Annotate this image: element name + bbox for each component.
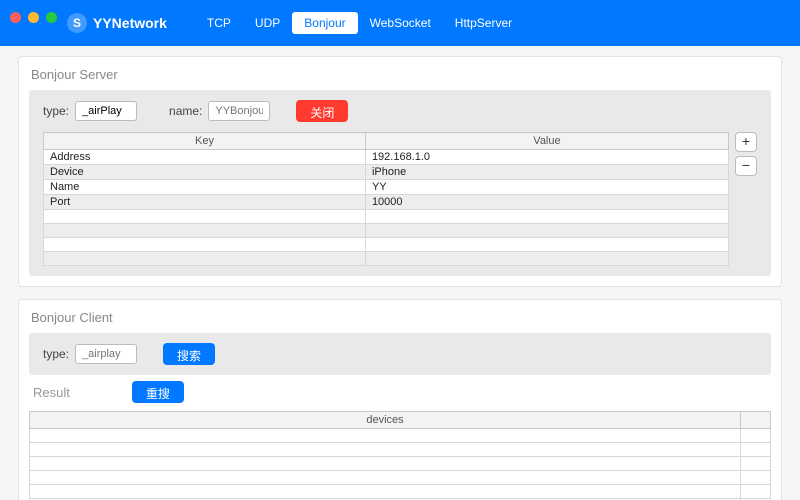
client-panel-body: type: 搜索 (29, 333, 771, 375)
server-type-input[interactable] (75, 101, 137, 121)
col-key: Key (44, 133, 366, 150)
bonjour-client-panel: Bonjour Client type: 搜索 Result 重搜 (18, 299, 782, 500)
window-controls (10, 12, 57, 23)
table-row[interactable] (44, 224, 729, 238)
close-button[interactable]: 关闭 (296, 100, 348, 122)
server-panel-body: type: name: 关闭 Key Value (29, 90, 771, 276)
cell-key: Port (44, 195, 366, 210)
client-result-wrap: Result 重搜 devices (29, 375, 771, 500)
titlebar: S YYNetwork TCP UDP Bonjour WebSocket Ht… (0, 0, 800, 46)
client-type-input[interactable] (75, 344, 137, 364)
server-form-row: type: name: 关闭 (43, 100, 757, 122)
main-tabs: TCP UDP Bonjour WebSocket HttpServer (195, 12, 524, 34)
cell-value: 192.168.1.0 (365, 150, 728, 165)
content-area: Bonjour Server type: name: 关闭 Key (0, 46, 800, 500)
bonjour-server-panel: Bonjour Server type: name: 关闭 Key (18, 56, 782, 287)
close-window-icon[interactable] (10, 12, 21, 23)
col-value: Value (365, 133, 728, 150)
client-form-row: type: 搜索 (43, 343, 757, 365)
table-row[interactable] (30, 429, 771, 443)
server-panel-title: Bonjour Server (19, 57, 781, 90)
tab-httpserver[interactable]: HttpServer (443, 12, 524, 34)
cell-value: 10000 (365, 195, 728, 210)
cell-value: iPhone (365, 165, 728, 180)
table-row[interactable] (44, 252, 729, 266)
cell-value: YY (365, 180, 728, 195)
cell-key: Name (44, 180, 366, 195)
table-row[interactable]: Address 192.168.1.0 (44, 150, 729, 165)
table-row[interactable]: Name YY (44, 180, 729, 195)
cell-key: Device (44, 165, 366, 180)
search-button[interactable]: 搜索 (163, 343, 215, 365)
minimize-window-icon[interactable] (28, 12, 39, 23)
table-row[interactable]: Port 10000 (44, 195, 729, 210)
tab-websocket[interactable]: WebSocket (358, 12, 443, 34)
result-label: Result (33, 385, 70, 400)
maximize-window-icon[interactable] (46, 12, 57, 23)
app-window: S YYNetwork TCP UDP Bonjour WebSocket Ht… (0, 0, 800, 500)
research-button[interactable]: 重搜 (132, 381, 184, 403)
server-type-label: type: (43, 104, 69, 118)
add-row-button[interactable]: + (735, 132, 757, 152)
cell-key: Address (44, 150, 366, 165)
server-table-wrap: Key Value Address 192.168.1.0 Device (43, 132, 757, 266)
table-row[interactable] (44, 210, 729, 224)
server-name-label: name: (169, 104, 202, 118)
result-header: Result 重搜 (29, 375, 771, 411)
tab-tcp[interactable]: TCP (195, 12, 243, 34)
devices-table: devices (29, 411, 771, 500)
table-row[interactable] (30, 485, 771, 499)
table-side-buttons: + − (735, 132, 757, 176)
col-spacer (741, 412, 771, 429)
col-devices: devices (30, 412, 741, 429)
client-panel-title: Bonjour Client (19, 300, 781, 333)
table-row[interactable] (30, 471, 771, 485)
app-title: YYNetwork (93, 15, 167, 31)
app-logo-icon: S (67, 13, 87, 33)
table-row[interactable] (30, 457, 771, 471)
remove-row-button[interactable]: − (735, 156, 757, 176)
server-table: Key Value Address 192.168.1.0 Device (43, 132, 729, 266)
table-row[interactable] (30, 443, 771, 457)
tab-bonjour[interactable]: Bonjour (292, 12, 357, 34)
server-name-input[interactable] (208, 101, 270, 121)
table-row[interactable] (44, 238, 729, 252)
tab-udp[interactable]: UDP (243, 12, 292, 34)
table-row[interactable]: Device iPhone (44, 165, 729, 180)
client-type-label: type: (43, 347, 69, 361)
